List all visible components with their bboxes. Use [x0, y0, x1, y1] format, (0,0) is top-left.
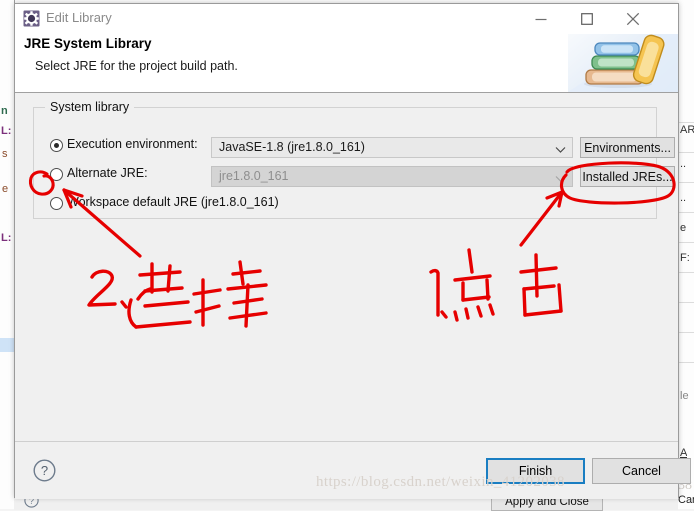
minimize-button[interactable]	[518, 4, 564, 34]
close-button[interactable]	[610, 4, 656, 34]
books-icon	[568, 34, 678, 92]
radio-workspace-default-jre[interactable]: Workspace default JRE (jre1.8.0_161)	[50, 194, 380, 216]
background-text-fragment: L:	[1, 232, 12, 244]
cancel-button[interactable]: Cancel	[592, 458, 691, 484]
chevron-down-icon[interactable]	[555, 172, 566, 186]
dialog-title: Edit Library	[46, 10, 112, 25]
background-cancel-button[interactable]: Canc	[678, 494, 694, 506]
alternate-jre-value: jre1.8.0_161	[219, 169, 289, 183]
watermark-text: https://blog.csdn.net/weixin_41202038	[316, 474, 565, 490]
background-text-fragment: s	[2, 148, 8, 160]
background-text-fragment: AR	[680, 124, 694, 136]
environments-button[interactable]: Environments...	[580, 137, 675, 158]
radio-alternate-jre[interactable]: Alternate JRE:	[50, 165, 200, 187]
radio-label: Execution environment:	[67, 137, 198, 151]
radio-label: Workspace default JRE (jre1.8.0_161)	[67, 195, 279, 209]
dialog-body: System library Execution environment: Ja…	[15, 93, 678, 441]
background-selection-row	[0, 338, 14, 352]
help-glyph: ?	[41, 463, 48, 478]
radio-label: Alternate JRE:	[67, 166, 148, 180]
radio-indicator[interactable]	[50, 197, 63, 210]
library-gear-icon	[23, 10, 40, 27]
radio-indicator[interactable]	[50, 168, 63, 181]
execution-environment-combo[interactable]: JavaSE-1.8 (jre1.8.0_161)	[211, 137, 573, 158]
page-description: Select JRE for the project build path.	[35, 59, 238, 73]
background-text-fragment: le	[680, 390, 689, 402]
installed-jres-button[interactable]: Installed JREs...	[580, 166, 675, 187]
dialog-titlebar[interactable]: Edit Library	[15, 4, 678, 34]
background-text-fragment: ..	[680, 192, 687, 204]
maximize-button[interactable]	[564, 4, 610, 34]
help-icon[interactable]: ?	[33, 459, 56, 482]
page-title: JRE System Library	[24, 36, 152, 51]
dialog-header: JRE System Library Select JRE for the pr…	[15, 34, 678, 93]
execution-environment-value: JavaSE-1.8 (jre1.8.0_161)	[219, 140, 365, 154]
radio-indicator[interactable]	[50, 139, 63, 152]
system-library-group-label: System library	[45, 100, 135, 114]
edit-library-dialog: Edit Library JRE System Library Select J…	[14, 3, 691, 499]
chevron-down-icon[interactable]	[555, 143, 566, 157]
background-text-fragment: e	[2, 183, 9, 195]
alternate-jre-combo[interactable]: jre1.8.0_161	[211, 166, 573, 187]
background-text-fragment: n	[1, 105, 8, 117]
background-left-panel: n L: s e L:	[0, 0, 15, 509]
background-text-fragment: F:	[680, 252, 690, 264]
background-text-fragment: ..	[680, 158, 687, 170]
background-text-fragment: L:	[1, 125, 12, 137]
background-text-fragment: e	[680, 222, 687, 234]
background-right-panel: AR .. .. e F: le A 38 Canc	[678, 0, 694, 509]
